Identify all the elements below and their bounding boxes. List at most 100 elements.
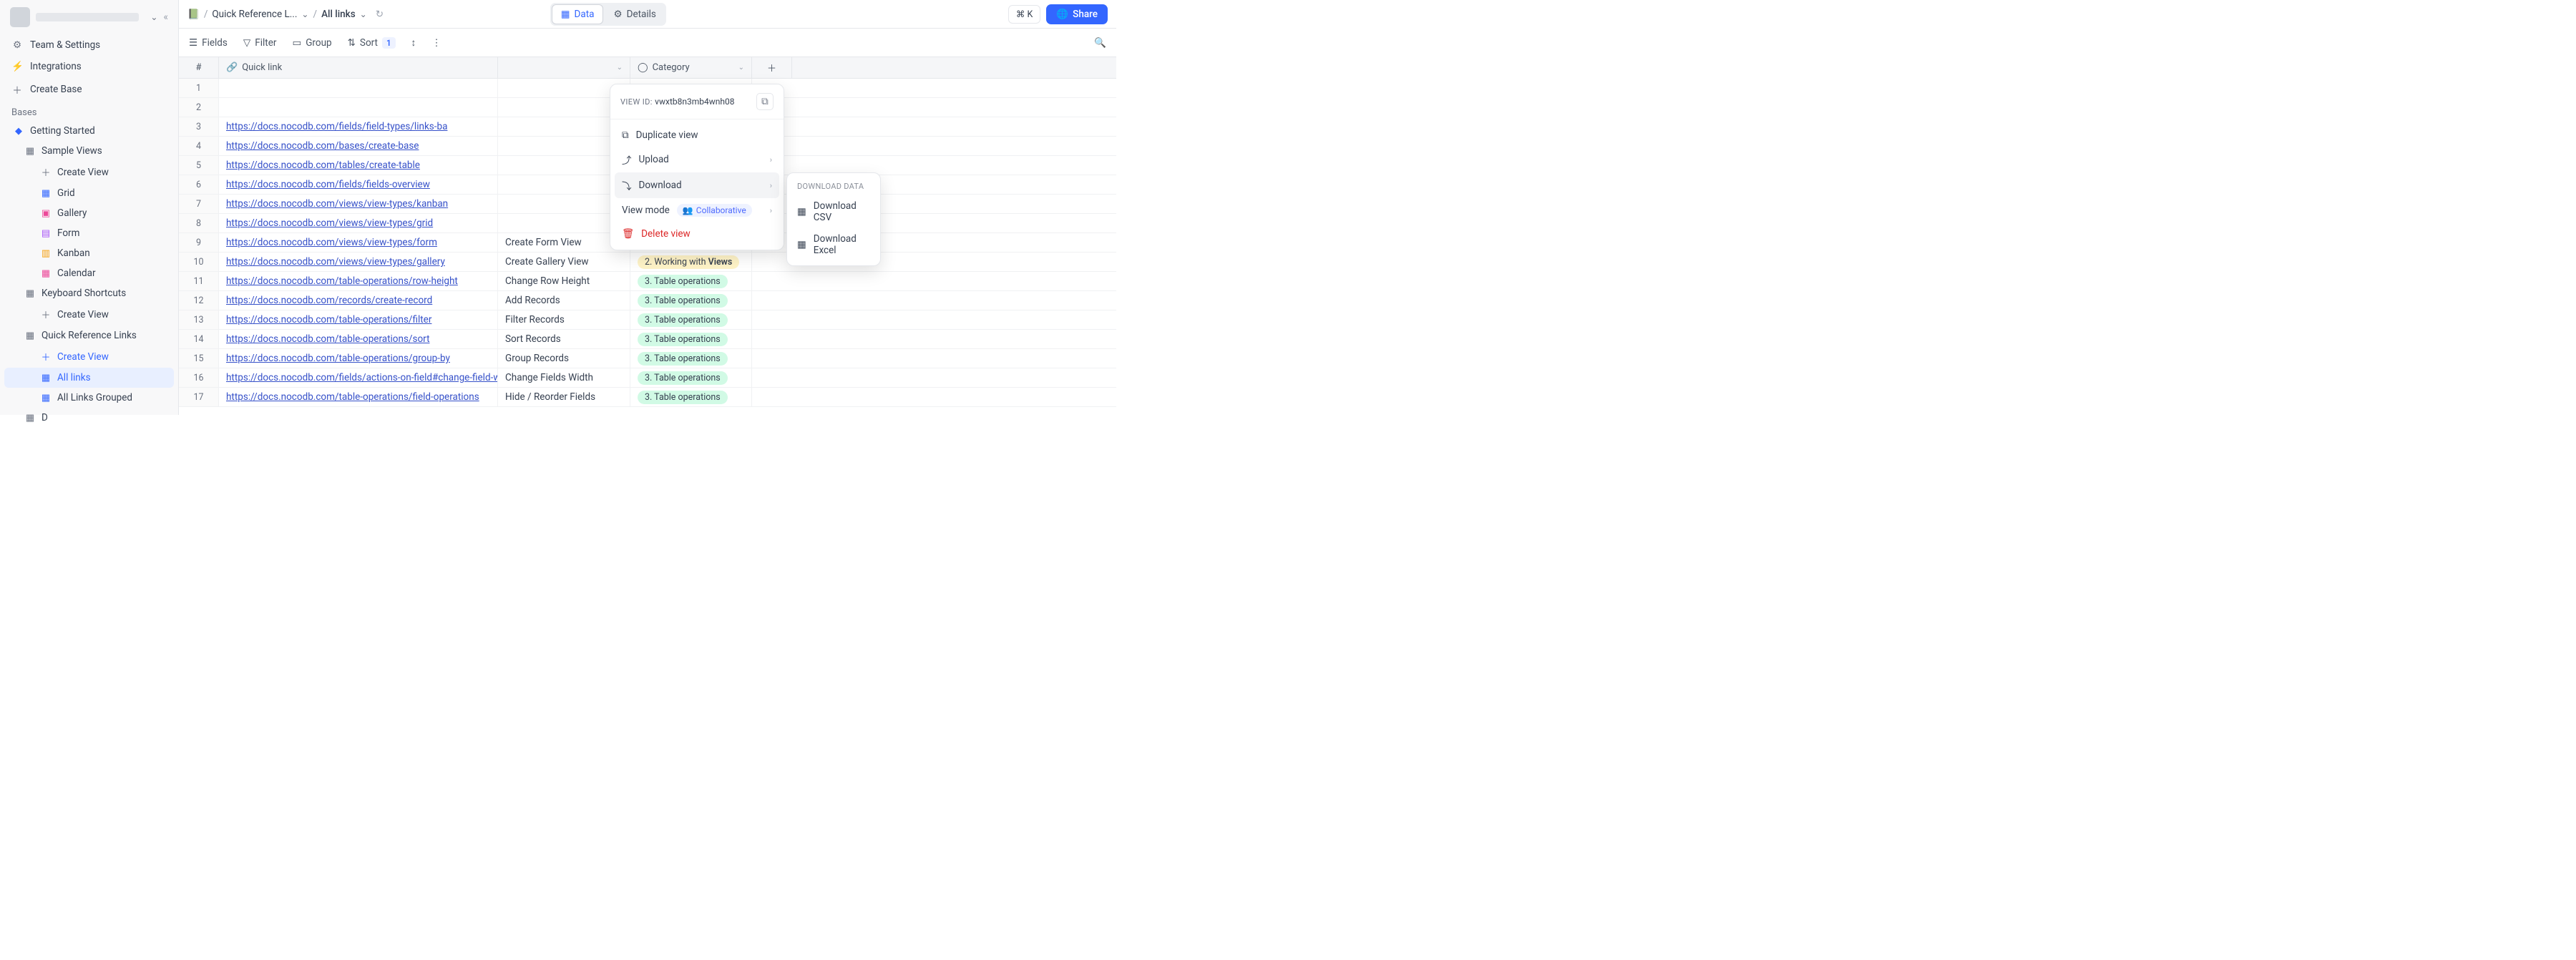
tree-sample-views[interactable]: ▦ Sample Views [4, 141, 174, 161]
chevron-down-icon[interactable]: ⌄ [301, 9, 308, 19]
breadcrumb-base[interactable]: Quick Reference L... [212, 9, 297, 20]
toolbar-filter[interactable]: ▽ Filter [243, 37, 277, 49]
cell-quicklink[interactable]: https://docs.nocodb.com/table-operations… [219, 272, 498, 290]
cell-category[interactable]: 3. Table operations [630, 349, 752, 368]
link[interactable]: https://docs.nocodb.com/views/view-types… [226, 256, 445, 268]
cell-quicklink[interactable] [219, 79, 498, 97]
sidebar-create-base[interactable]: ＋ Create Base [0, 77, 178, 102]
tree-gallery[interactable]: ▣ Gallery [4, 203, 174, 223]
toolbar-group[interactable]: ▭ Group [292, 37, 331, 49]
link[interactable]: https://docs.nocodb.com/table-operations… [226, 314, 431, 325]
link[interactable]: https://docs.nocodb.com/fields/fields-ov… [226, 179, 430, 190]
breadcrumb-view[interactable]: All links [321, 9, 356, 20]
column-header-quicklink[interactable]: 🔗 Quick link [219, 57, 498, 78]
toolbar-fields[interactable]: ☰ Fields [189, 37, 228, 49]
tree-create-view-2[interactable]: ＋ Create View [4, 303, 174, 325]
cell-quicklink[interactable]: https://docs.nocodb.com/views/view-types… [219, 195, 498, 213]
tree-grid[interactable]: ▦ Grid [4, 183, 174, 203]
cell-quicklink[interactable]: https://docs.nocodb.com/views/view-types… [219, 233, 498, 252]
table-row[interactable]: 10https://docs.nocodb.com/views/view-typ… [179, 253, 1116, 272]
table-row[interactable]: 12https://docs.nocodb.com/records/create… [179, 291, 1116, 310]
cell-mid[interactable]: Change Fields Width [498, 368, 630, 387]
table-row[interactable]: 13https://docs.nocodb.com/table-operatio… [179, 310, 1116, 330]
tree-all-links-grouped[interactable]: ▦ All Links Grouped [4, 388, 174, 408]
tree-kanban[interactable]: ▥ Kanban [4, 243, 174, 263]
cell-mid[interactable]: Create Gallery View [498, 253, 630, 271]
menu-download[interactable]: ⤵ Download › [615, 172, 779, 198]
cell-quicklink[interactable]: https://docs.nocodb.com/table-operations… [219, 330, 498, 348]
cell-category[interactable]: 2. Working with Views [630, 253, 752, 271]
link[interactable]: https://docs.nocodb.com/views/view-types… [226, 217, 433, 229]
cell-mid[interactable]: Add Records [498, 291, 630, 310]
menu-upload[interactable]: ⤴ Upload › [615, 147, 779, 172]
link[interactable]: https://docs.nocodb.com/records/create-r… [226, 295, 432, 306]
table-row[interactable]: 11https://docs.nocodb.com/table-operatio… [179, 272, 1116, 291]
link[interactable]: https://docs.nocodb.com/fields/field-typ… [226, 121, 447, 132]
link[interactable]: https://docs.nocodb.com/table-operations… [226, 333, 430, 345]
tab-details[interactable]: ⚙ Details [605, 4, 664, 24]
cell-mid[interactable]: Filter Records [498, 310, 630, 329]
tree-all-links[interactable]: ▦ All links [4, 368, 174, 388]
cell-quicklink[interactable]: https://docs.nocodb.com/table-operations… [219, 310, 498, 329]
link[interactable]: https://docs.nocodb.com/views/view-types… [226, 237, 437, 248]
chevron-down-icon[interactable]: ⌄ [150, 12, 157, 22]
sidebar-integrations[interactable]: ⚡ Integrations [0, 56, 178, 77]
cell-quicklink[interactable]: https://docs.nocodb.com/fields/field-typ… [219, 117, 498, 136]
cell-mid[interactable]: Hide / Reorder Fields [498, 388, 630, 406]
column-header-hidden[interactable]: ⌄ [498, 57, 630, 78]
tree-d[interactable]: ▦ D [4, 408, 174, 428]
link[interactable]: https://docs.nocodb.com/table-operations… [226, 275, 458, 287]
menu-view-mode[interactable]: View mode 👥 Collaborative › [615, 198, 779, 222]
chevron-down-icon[interactable]: ⌄ [617, 64, 623, 72]
table-row[interactable]: 16https://docs.nocodb.com/fields/actions… [179, 368, 1116, 388]
table-row[interactable]: 17https://docs.nocodb.com/table-operatio… [179, 388, 1116, 407]
tree-quick-ref-links[interactable]: ▦ Quick Reference Links [4, 325, 174, 346]
command-k-button[interactable]: ⌘ K [1008, 5, 1040, 24]
table-row[interactable]: 15https://docs.nocodb.com/table-operatio… [179, 349, 1116, 368]
link[interactable]: https://docs.nocodb.com/tables/create-ta… [226, 160, 420, 171]
column-header-category[interactable]: ◯ Category ⌄ [630, 57, 752, 78]
cell-category[interactable]: 3. Table operations [630, 310, 752, 329]
refresh-icon[interactable]: ↻ [376, 9, 384, 20]
cell-mid[interactable]: Sort Records [498, 330, 630, 348]
cell-quicklink[interactable]: https://docs.nocodb.com/fields/actions-o… [219, 368, 498, 387]
cell-quicklink[interactable]: https://docs.nocodb.com/views/view-types… [219, 253, 498, 271]
cell-mid[interactable]: Group Records [498, 349, 630, 368]
link[interactable]: https://docs.nocodb.com/table-operations… [226, 391, 479, 403]
toolbar-row-height[interactable]: ↕ [411, 37, 416, 49]
cell-quicklink[interactable] [219, 98, 498, 117]
tree-create-view-1[interactable]: ＋ Create View [4, 161, 174, 183]
cell-quicklink[interactable]: https://docs.nocodb.com/table-operations… [219, 388, 498, 406]
workspace-avatar[interactable] [10, 7, 30, 27]
link[interactable]: https://docs.nocodb.com/bases/create-bas… [226, 140, 419, 152]
tree-getting-started[interactable]: ◆ Getting Started [4, 121, 174, 141]
tree-keyboard-shortcuts[interactable]: ▦ Keyboard Shortcuts [4, 283, 174, 303]
table-row[interactable]: 14https://docs.nocodb.com/table-operatio… [179, 330, 1116, 349]
cell-quicklink[interactable]: https://docs.nocodb.com/fields/fields-ov… [219, 175, 498, 194]
cell-quicklink[interactable]: https://docs.nocodb.com/records/create-r… [219, 291, 498, 310]
tab-data[interactable]: ▦ Data [552, 4, 604, 24]
link[interactable]: https://docs.nocodb.com/fields/actions-o… [226, 372, 498, 383]
toolbar-more[interactable]: ⋮ [431, 37, 441, 49]
cell-quicklink[interactable]: https://docs.nocodb.com/bases/create-bas… [219, 137, 498, 155]
chevron-down-icon[interactable]: ⌄ [360, 9, 367, 19]
tree-form[interactable]: ▤ Form [4, 223, 174, 243]
tree-create-view-3[interactable]: ＋ Create View [4, 346, 174, 368]
menu-duplicate-view[interactable]: ⧉ Duplicate view [615, 124, 779, 147]
collapse-sidebar-icon[interactable]: « [163, 11, 168, 23]
menu-download-excel[interactable]: ▦ Download Excel [787, 228, 880, 261]
cell-mid[interactable]: Change Row Height [498, 272, 630, 290]
cell-quicklink[interactable]: https://docs.nocodb.com/table-operations… [219, 349, 498, 368]
menu-delete-view[interactable]: 🗑 Delete view [615, 222, 779, 245]
cell-quicklink[interactable]: https://docs.nocodb.com/views/view-types… [219, 214, 498, 232]
column-add[interactable]: ＋ [752, 57, 792, 78]
cell-category[interactable]: 3. Table operations [630, 388, 752, 406]
cell-category[interactable]: 3. Table operations [630, 291, 752, 310]
link[interactable]: https://docs.nocodb.com/views/view-types… [226, 198, 448, 210]
menu-download-csv[interactable]: ▦ Download CSV [787, 195, 880, 228]
chevron-down-icon[interactable]: ⌄ [738, 64, 744, 72]
cell-quicklink[interactable]: https://docs.nocodb.com/tables/create-ta… [219, 156, 498, 175]
toolbar-search[interactable]: 🔍 [1094, 37, 1106, 49]
share-button[interactable]: 🌐 Share [1046, 4, 1108, 24]
tree-calendar[interactable]: ▦ Calendar [4, 263, 174, 283]
